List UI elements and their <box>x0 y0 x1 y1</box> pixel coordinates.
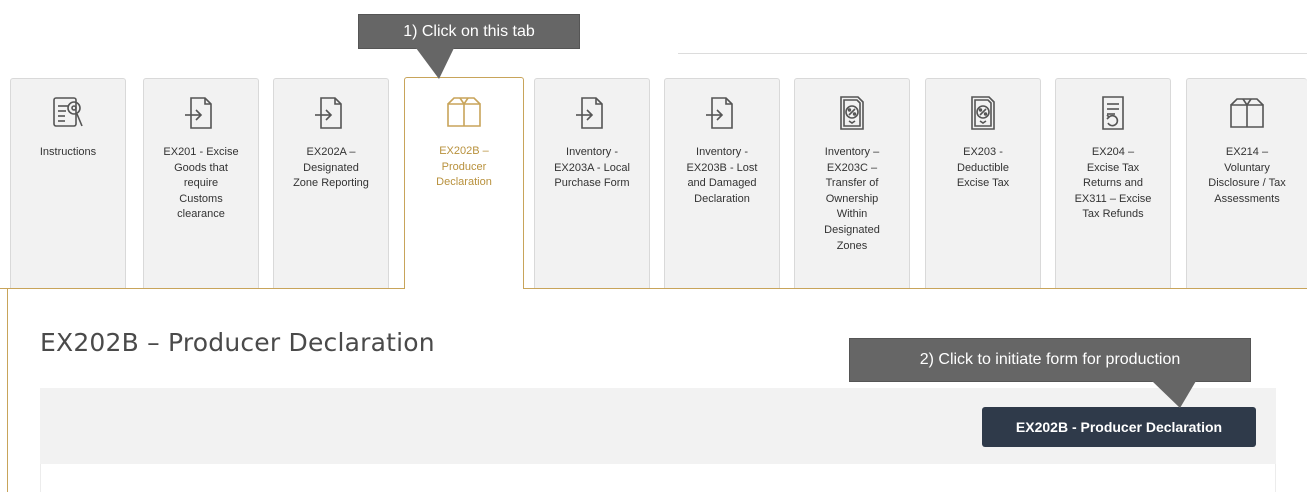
arrow-into-document-icon <box>706 97 733 129</box>
tab-label: EX201 - Excise Goods that require Custom… <box>163 146 239 221</box>
percent-document-icon <box>840 96 864 130</box>
producer-declaration-button[interactable]: EX202B - Producer Declaration <box>982 407 1256 447</box>
tab-ex203b[interactable]: Inventory - EX203B - Lost and Damaged De… <box>664 78 780 288</box>
annotation-callout-tab: 1) Click on this tab <box>358 14 580 49</box>
box-icon <box>1230 98 1264 128</box>
arrow-into-document-icon <box>576 97 603 129</box>
tab-ex204[interactable]: EX204 – Excise Tax Returns and EX311 – E… <box>1055 78 1171 288</box>
tab-label: EX202A – Designated Zone Reporting <box>293 146 369 190</box>
tab-instructions[interactable]: Instructions <box>10 78 126 288</box>
tab-ex203c[interactable]: Inventory – EX203C – Transfer of Ownersh… <box>794 78 910 288</box>
tab-ex203[interactable]: EX203 - Deductible Excise Tax <box>925 78 1041 288</box>
percent-document-icon <box>971 96 995 130</box>
tab-label: EX203 - Deductible Excise Tax <box>956 146 1010 190</box>
panel-border <box>7 288 8 492</box>
callout-pointer <box>416 48 454 79</box>
tab-ex214[interactable]: EX214 – Voluntary Disclosure / Tax Asses… <box>1186 78 1307 288</box>
panel-border <box>523 288 1307 289</box>
header-divider <box>678 53 1307 54</box>
return-document-icon <box>1102 96 1124 130</box>
tab-ex201[interactable]: EX201 - Excise Goods that require Custom… <box>143 78 259 288</box>
instructions-icon <box>53 97 83 127</box>
tab-label: EX204 – Excise Tax Returns and EX311 – E… <box>1074 146 1152 221</box>
panel-border <box>0 288 404 289</box>
callout-pointer <box>1152 381 1196 408</box>
tab-label: Inventory – EX203C – Transfer of Ownersh… <box>824 146 880 252</box>
arrow-into-document-icon <box>315 97 342 129</box>
arrow-into-document-icon <box>185 97 212 129</box>
form-content-area <box>40 464 1276 492</box>
tab-ex202a[interactable]: EX202A – Designated Zone Reporting <box>273 78 389 288</box>
tab-label: Inventory - EX203B - Lost and Damaged De… <box>686 146 758 205</box>
tab-label: Inventory - EX203A - Local Purchase Form <box>554 146 630 190</box>
box-icon <box>447 97 481 127</box>
tab-ex202b[interactable]: EX202B – Producer Declaration <box>404 77 524 289</box>
tab-label: EX214 – Voluntary Disclosure / Tax Asses… <box>1208 146 1286 205</box>
page-title: EX202B – Producer Declaration <box>40 328 435 357</box>
tab-ex203a[interactable]: Inventory - EX203A - Local Purchase Form <box>534 78 650 288</box>
tab-label: Instructions <box>39 146 97 158</box>
tab-label: EX202B – Producer Declaration <box>436 145 492 189</box>
annotation-callout-button: 2) Click to initiate form for production <box>849 338 1251 382</box>
